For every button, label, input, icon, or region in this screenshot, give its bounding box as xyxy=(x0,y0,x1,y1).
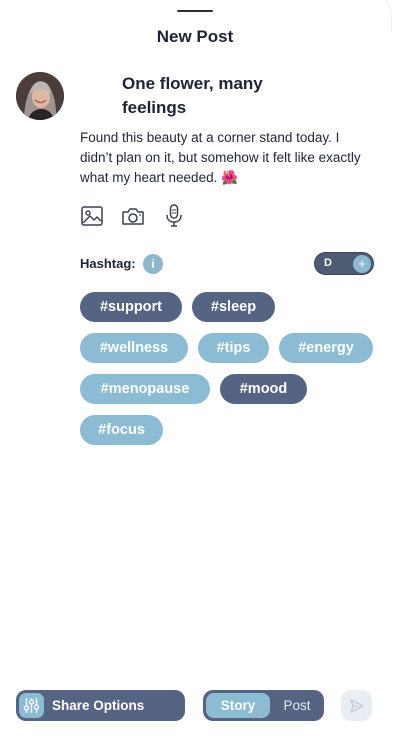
toggle-label: D xyxy=(324,257,332,269)
hashtag-chip[interactable]: #mood xyxy=(220,374,307,404)
camera-icon[interactable] xyxy=(121,204,145,228)
page-title: New Post xyxy=(156,27,234,46)
bottom-bar: Share Options Story Post xyxy=(0,686,400,726)
sliders-icon xyxy=(19,693,44,718)
avatar[interactable] xyxy=(16,72,64,120)
info-icon[interactable]: i xyxy=(143,254,163,274)
tab-story[interactable]: Story xyxy=(206,693,270,718)
share-options-label: Share Options xyxy=(52,698,145,713)
hashtag-chip[interactable]: #energy xyxy=(279,333,373,363)
new-post-sheet: New Post One flower, many feelings Found… xyxy=(0,0,400,740)
hashtag-chip[interactable]: #menopause xyxy=(80,374,210,404)
tab-post[interactable]: Post xyxy=(275,693,319,718)
share-options-button[interactable]: Share Options xyxy=(16,690,185,721)
hashtag-chip[interactable]: #sleep xyxy=(192,292,275,322)
send-icon xyxy=(349,698,364,713)
hashtag-label: Hashtag: xyxy=(80,256,136,271)
hashtag-chip[interactable]: #focus xyxy=(80,415,163,445)
hashtag-toggle[interactable]: D + xyxy=(314,252,374,275)
plus-icon[interactable]: + xyxy=(353,255,371,273)
hashtag-chip[interactable]: #support xyxy=(80,292,182,322)
post-body[interactable]: Found this beauty at a corner stand toda… xyxy=(80,128,370,188)
drag-handle[interactable] xyxy=(177,10,213,12)
send-button[interactable] xyxy=(341,690,372,721)
story-post-switch: Story Post xyxy=(203,690,324,721)
microphone-icon[interactable] xyxy=(162,204,186,228)
hashtag-chip[interactable]: #wellness xyxy=(80,333,188,363)
hashtag-chip[interactable]: #tips xyxy=(198,333,269,363)
media-toolbar xyxy=(80,204,186,228)
image-icon[interactable] xyxy=(80,204,104,228)
post-title[interactable]: One flower, many feelings xyxy=(122,72,322,120)
